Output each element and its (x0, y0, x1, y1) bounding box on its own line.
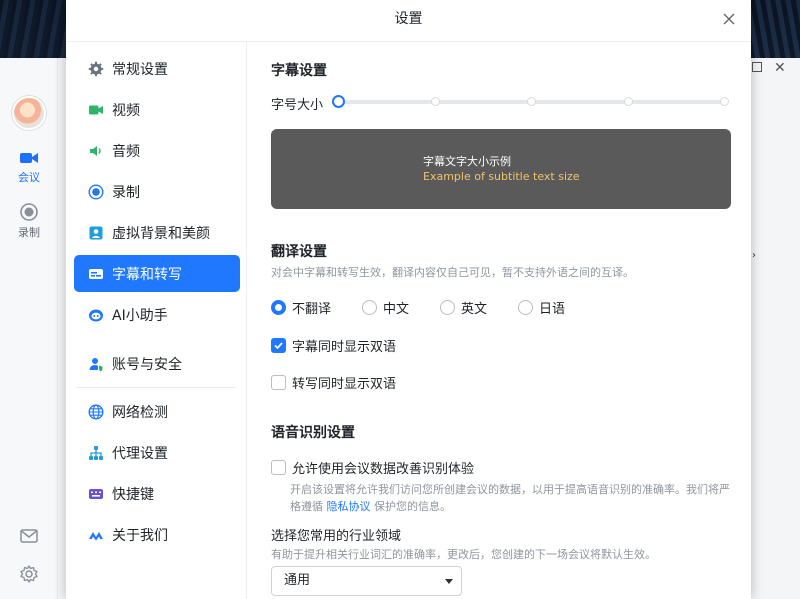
font-size-slider-tick[interactable] (527, 97, 536, 106)
radio-button[interactable] (518, 300, 533, 315)
record-icon (88, 183, 104, 200)
radio-button[interactable] (362, 300, 377, 315)
settings-sidebar: 常规设置 视频 音频 录制 虚拟背景和美颜 字幕和转写 AI小助手 账号与安全 (66, 42, 247, 599)
chevron-right-icon[interactable]: › (752, 250, 756, 261)
maximize-icon[interactable] (752, 62, 762, 72)
sidebar-item-general[interactable]: 常规设置 (74, 50, 240, 87)
sidebar-item-label: AI小助手 (112, 307, 168, 324)
sidebar-item-label: 账号与安全 (112, 356, 182, 373)
subtitles-icon (89, 268, 103, 279)
radio-chinese[interactable]: 中文 (362, 298, 409, 317)
speech-data-description: 开启该设置将允许我们访问您所创建会议的数据，以用于提高语音识别的准确率。我们将严… (290, 481, 730, 515)
sidebar-item-subtitles[interactable]: 字幕和转写 (74, 255, 240, 292)
preview-text-zh: 字幕文字大小示例 (423, 155, 511, 168)
privacy-policy-link[interactable]: 隐私协议 (327, 500, 371, 513)
checkbox-bilingual-subtitle[interactable]: 字幕同时显示双语 (271, 336, 396, 355)
speech-section-title: 语音识别设置 (271, 425, 355, 441)
sidebar-item-label: 快捷键 (112, 486, 154, 503)
radio-label: 日语 (539, 302, 566, 317)
background-window-controls: ✕ (752, 60, 786, 76)
radio-label: 不翻译 (292, 302, 332, 317)
sidebar-item-about[interactable]: 关于我们 (74, 516, 240, 553)
avatar[interactable] (12, 96, 46, 130)
close-icon[interactable] (719, 9, 739, 29)
font-size-slider-tick[interactable] (624, 97, 633, 106)
sidebar-item-label: 字幕和转写 (112, 266, 182, 283)
sidebar-divider (76, 387, 236, 388)
rail-item-label: 录制 (18, 226, 40, 239)
radio-japanese[interactable]: 日语 (518, 298, 565, 317)
font-size-slider-tick[interactable] (431, 97, 440, 106)
sidebar-item-audio[interactable]: 音频 (74, 132, 240, 169)
sidebar-item-shortcuts[interactable]: 快捷键 (74, 475, 240, 512)
industry-title: 选择您常用的行业领域 (271, 529, 402, 544)
settings-gear-icon[interactable] (19, 564, 39, 584)
description-text: 保护您的信息。 (370, 500, 451, 513)
sidebar-item-ai-assistant[interactable]: AI小助手 (74, 296, 240, 333)
dialog-title: 设置 (66, 0, 751, 42)
sidebar-item-label: 网络检测 (112, 404, 168, 421)
sidebar-item-video[interactable]: 视频 (74, 91, 240, 128)
settings-content: 字幕设置 字号大小 字幕文字大小示例 Example of subtitle t… (248, 42, 751, 599)
close-icon[interactable]: ✕ (774, 60, 786, 76)
account-security-icon (89, 357, 103, 371)
speaker-icon (90, 145, 101, 156)
network-tree-icon (89, 445, 103, 460)
industry-select-value: 通用 (284, 573, 311, 588)
translation-section-title: 翻译设置 (271, 244, 327, 260)
sidebar-item-label: 视频 (112, 102, 140, 119)
font-size-slider-thumb[interactable] (332, 95, 345, 108)
subtitle-section-title: 字幕设置 (271, 63, 327, 79)
sidebar-item-label: 常规设置 (112, 61, 168, 78)
checkbox[interactable] (271, 375, 286, 390)
font-size-label: 字号大小 (271, 98, 324, 113)
checkbox-allow-meeting-data[interactable]: 允许使用会议数据改善识别体验 (271, 458, 474, 477)
ai-assistant-icon (89, 309, 103, 321)
sidebar-item-proxy[interactable]: 代理设置 (74, 434, 240, 471)
gear-icon (88, 61, 104, 76)
globe-icon (88, 403, 104, 420)
chevron-down-icon (445, 579, 453, 584)
checkbox-label: 转写同时显示双语 (292, 377, 397, 392)
preview-text-en: Example of subtitle text size (423, 170, 580, 183)
rail-item-meeting[interactable]: 会议 (0, 150, 58, 185)
radio-no-translate[interactable]: 不翻译 (271, 298, 331, 317)
checkmark-icon (274, 342, 283, 350)
industry-description: 有助于提升相关行业词汇的准确率，更改后，您创建的下一场会议将默认生效。 (271, 548, 656, 561)
sidebar-item-virtual-background[interactable]: 虚拟背景和美颜 (74, 214, 240, 251)
keyboard-icon (89, 488, 103, 499)
sidebar-item-label: 代理设置 (112, 445, 168, 462)
checkbox-label: 允许使用会议数据改善识别体验 (292, 462, 475, 477)
app-sidebar-rail: 会议 录制 (0, 58, 58, 599)
subtitle-preview-box: 字幕文字大小示例 Example of subtitle text size (271, 129, 731, 209)
rail-item-label: 会议 (18, 171, 40, 184)
checkbox[interactable] (271, 460, 286, 475)
brand-logo-icon (89, 531, 103, 540)
sidebar-item-label: 关于我们 (112, 527, 168, 544)
checkbox[interactable] (271, 338, 286, 353)
sidebar-item-label: 音频 (112, 143, 140, 160)
font-size-slider-tick[interactable] (720, 97, 729, 106)
video-camera-icon (89, 105, 103, 114)
sidebar-item-label: 虚拟背景和美颜 (112, 225, 210, 242)
sidebar-item-account-security[interactable]: 账号与安全 (74, 345, 240, 382)
translation-description: 对会中字幕和转写生效，翻译内容仅自己可见，暂不支持外语之间的互译。 (271, 266, 634, 279)
industry-select[interactable]: 通用 (271, 566, 462, 596)
sidebar-item-network-check[interactable]: 网络检测 (74, 393, 240, 430)
radio-button[interactable] (271, 300, 286, 315)
record-icon (20, 203, 38, 221)
checkbox-label: 字幕同时显示双语 (292, 340, 397, 355)
radio-label: 英文 (461, 302, 488, 317)
mail-icon[interactable] (19, 526, 39, 546)
radio-english[interactable]: 英文 (440, 298, 487, 317)
checkbox-bilingual-transcript[interactable]: 转写同时显示双语 (271, 373, 396, 392)
video-camera-icon (20, 153, 38, 163)
sidebar-item-label: 录制 (112, 184, 140, 201)
radio-label: 中文 (383, 302, 410, 317)
radio-button[interactable] (440, 300, 455, 315)
sidebar-item-recording[interactable]: 录制 (74, 173, 240, 210)
portrait-icon (89, 226, 103, 239)
settings-dialog: 设置 常规设置 视频 音频 录制 虚拟背景和美颜 字幕和转写 AI小助手 账号与… (66, 0, 751, 599)
rail-item-record[interactable]: 录制 (0, 203, 58, 240)
